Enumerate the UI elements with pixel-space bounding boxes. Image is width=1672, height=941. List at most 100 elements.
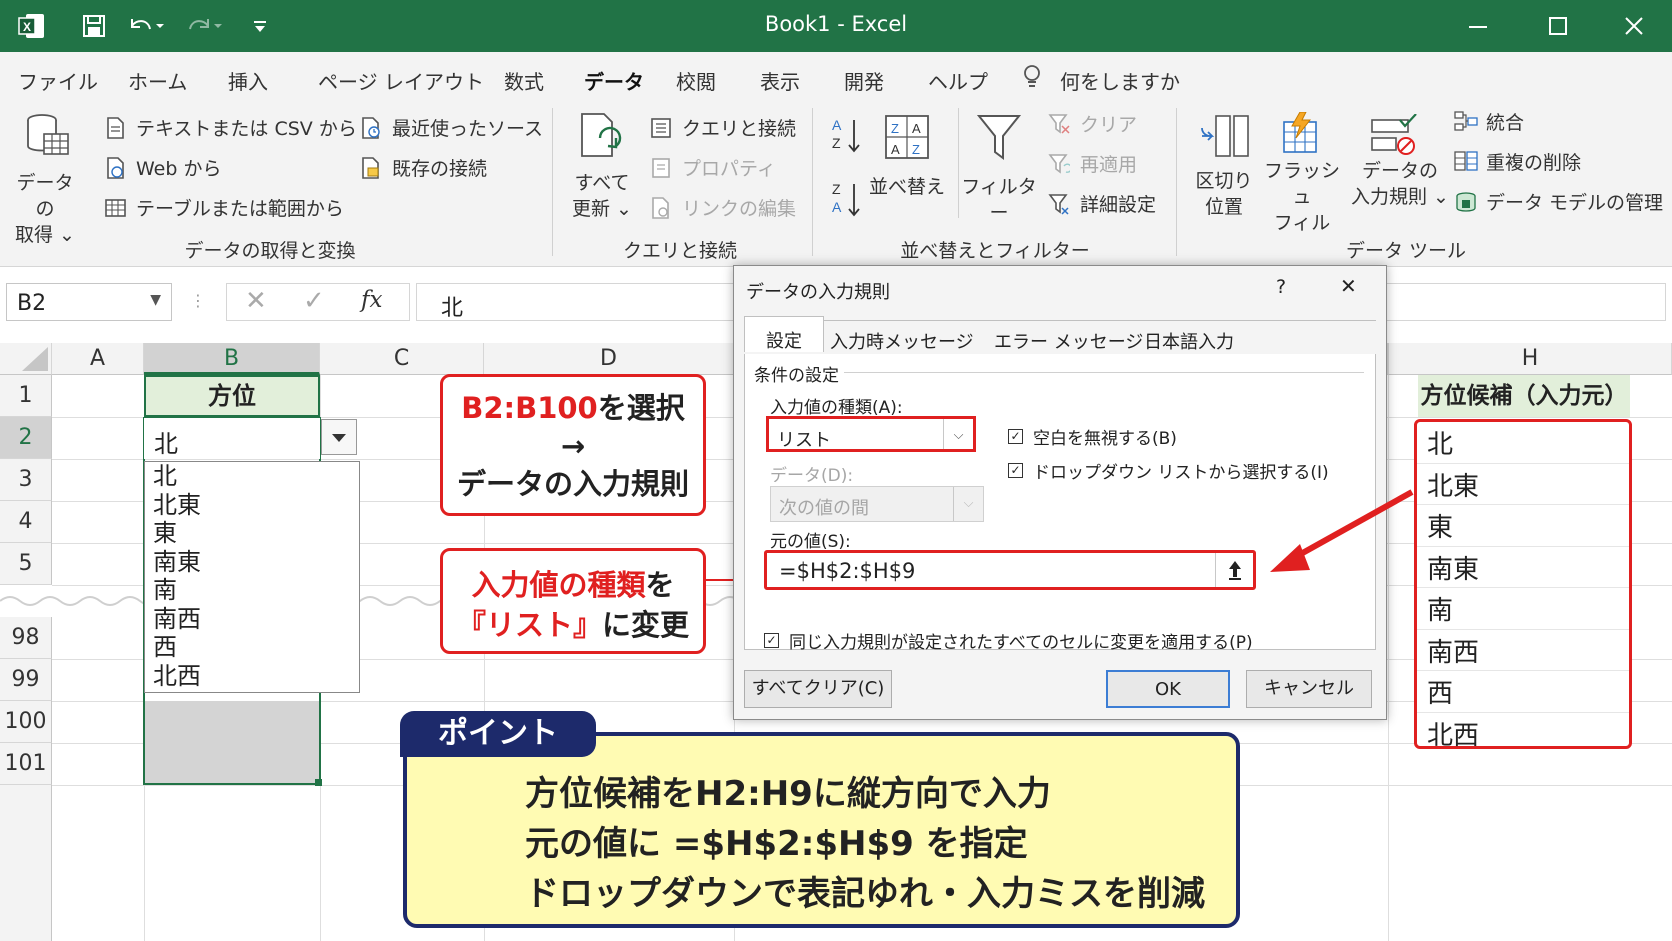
cell-h-value[interactable]: 北西 <box>1417 713 1629 755</box>
row-header-3[interactable]: 3 <box>0 459 52 501</box>
data-validation-button[interactable]: データの 入力規則 ⌄ <box>1340 158 1460 210</box>
cell-h-value[interactable]: 南東 <box>1417 547 1629 588</box>
dropdown-arrow-button[interactable] <box>321 419 357 455</box>
refresh-all-button[interactable]: すべて 更新 ⌄ <box>566 170 638 222</box>
row-header-2[interactable]: 2 <box>0 417 52 459</box>
advanced-filter-button[interactable]: 詳細設定 <box>1048 190 1156 217</box>
tab-insert[interactable]: 挿入 <box>228 66 268 95</box>
cell-h1[interactable]: 方位候補（入力元） <box>1418 375 1630 417</box>
dropdown-item[interactable]: 北西 <box>153 662 351 691</box>
edit-links-button[interactable]: リンクの編集 <box>650 194 796 221</box>
tab-help[interactable]: ヘルプ <box>928 66 988 95</box>
existing-connections-button[interactable]: 既存の接続 <box>360 154 487 181</box>
row-header-101[interactable]: 101 <box>0 743 52 785</box>
collapse-dialog-icon[interactable] <box>1215 553 1253 587</box>
column-header-c[interactable]: C <box>320 343 484 375</box>
tab-developer[interactable]: 開発 <box>844 66 884 95</box>
refresh-all-icon[interactable] <box>578 112 624 166</box>
column-header-d[interactable]: D <box>484 343 734 375</box>
consolidate-button[interactable]: 統合 <box>1454 108 1524 135</box>
select-all-corner[interactable] <box>0 343 52 375</box>
dropdown-item[interactable]: 東 <box>153 519 351 548</box>
get-data-button[interactable]: データの 取得 ⌄ <box>10 170 80 248</box>
clear-filter-button[interactable]: クリア <box>1048 110 1137 137</box>
column-header-h[interactable]: H <box>1388 343 1672 375</box>
filter-button[interactable]: フィルター <box>960 174 1038 226</box>
text-csv-button[interactable]: テキストまたは CSV から <box>104 114 357 141</box>
dropdown-item[interactable]: 西 <box>153 633 351 662</box>
tab-input-message[interactable]: 入力時メッセージ <box>830 328 974 354</box>
table-range-button[interactable]: テーブルまたは範囲から <box>104 194 344 221</box>
ok-button[interactable]: OK <box>1106 670 1230 708</box>
tab-file[interactable]: ファイル <box>18 66 98 95</box>
dropdown-item[interactable]: 南西 <box>153 605 351 634</box>
maximize-icon[interactable] <box>1538 8 1578 44</box>
source-input[interactable]: =$H$2:$H$9 <box>764 550 1256 590</box>
enter-formula-icon[interactable]: ✓ <box>303 286 325 316</box>
apply-all-checkbox[interactable]: ✓ 同じ入力規則が設定されたすべてのセルに変更を適用する(P) <box>764 628 1253 653</box>
cancel-formula-icon[interactable]: ✕ <box>245 286 267 316</box>
sort-dialog-icon[interactable]: ZAAZ <box>884 114 930 164</box>
filter-icon[interactable] <box>976 112 1022 168</box>
data-select[interactable]: 次の値の間 ⌵ <box>770 486 984 522</box>
tab-settings[interactable]: 設定 <box>744 316 824 352</box>
reapply-button[interactable]: 再適用 <box>1048 150 1137 177</box>
tab-review[interactable]: 校閲 <box>676 66 716 95</box>
tab-home[interactable]: ホーム <box>128 66 187 95</box>
allow-select[interactable]: リスト ⌵ <box>766 416 976 452</box>
clear-all-button[interactable]: すべてクリア(C) <box>744 670 892 708</box>
web-button[interactable]: Web から <box>104 154 221 181</box>
data-validation-icon[interactable] <box>1370 113 1418 162</box>
recent-sources-button[interactable]: 最近使ったソース <box>360 114 543 141</box>
insert-function-icon[interactable]: fx <box>361 287 382 313</box>
flash-fill-button[interactable]: フラッシュ フィル <box>1262 158 1342 236</box>
formula-bar-grip-icon[interactable]: ⋮ <box>190 291 206 310</box>
data-model-button[interactable]: データ モデルの管理 <box>1454 188 1663 215</box>
cell-h-value[interactable]: 南 <box>1417 588 1629 630</box>
cancel-button[interactable]: キャンセル <box>1246 670 1372 708</box>
text-to-columns-button[interactable]: 区切り 位置 <box>1188 168 1260 220</box>
tab-ime-mode[interactable]: 日本語入力 <box>1144 328 1234 354</box>
dropdown-item[interactable]: 南 <box>153 576 351 605</box>
dropdown-item[interactable]: 南東 <box>153 548 351 577</box>
ignore-blank-checkbox[interactable]: ✓ 空白を無視する(B) <box>1008 424 1177 449</box>
tab-page-layout[interactable]: ページ レイアウト <box>318 66 484 95</box>
row-header-5[interactable]: 5 <box>0 543 52 585</box>
tab-data[interactable]: データ <box>584 66 644 105</box>
flash-fill-icon[interactable] <box>1280 111 1320 160</box>
row-header-100[interactable]: 100 <box>0 701 52 743</box>
help-button[interactable]: ? <box>1276 276 1286 298</box>
cell-b1[interactable]: 方位 <box>144 375 320 417</box>
sort-button[interactable]: 並べ替え <box>864 174 950 200</box>
name-box-dropdown-icon[interactable]: ▼ <box>150 292 161 308</box>
dropdown-item[interactable]: 北 <box>153 462 351 491</box>
in-cell-dropdown-checkbox[interactable]: ✓ ドロップダウン リストから選択する(I) <box>1008 458 1329 483</box>
tell-me-search[interactable]: 何をしますか <box>1060 66 1180 95</box>
dialog-close-button[interactable]: ✕ <box>1340 274 1357 298</box>
column-header-a[interactable]: A <box>52 343 144 375</box>
cell-h-value[interactable]: 南西 <box>1417 630 1629 671</box>
dropdown-item[interactable]: 北東 <box>153 491 351 520</box>
column-header-b[interactable]: B <box>144 343 320 375</box>
sort-asc-icon[interactable]: AZ <box>832 116 862 160</box>
name-box[interactable]: B2 ▼ <box>6 283 172 321</box>
cell-h-value[interactable]: 北 <box>1417 422 1629 464</box>
text-to-columns-icon[interactable] <box>1198 112 1250 164</box>
row-header-98[interactable]: 98 <box>0 617 52 659</box>
cell-h-value[interactable]: 西 <box>1417 671 1629 713</box>
cell-h-value[interactable]: 東 <box>1417 505 1629 547</box>
cell-b2[interactable]: 北 <box>144 418 320 459</box>
row-header-4[interactable]: 4 <box>0 501 52 543</box>
minimize-icon[interactable] <box>1458 8 1498 44</box>
sort-desc-icon[interactable]: ZA <box>832 180 862 224</box>
cell-h-value[interactable]: 北東 <box>1417 464 1629 505</box>
tab-view[interactable]: 表示 <box>760 66 800 95</box>
tab-formulas[interactable]: 数式 <box>504 66 544 95</box>
row-header-1[interactable]: 1 <box>0 375 52 417</box>
close-icon[interactable] <box>1614 8 1654 44</box>
properties-button[interactable]: プロパティ <box>650 154 776 181</box>
row-header-99[interactable]: 99 <box>0 659 52 701</box>
queries-connections-button[interactable]: クエリと接続 <box>650 114 796 141</box>
tab-error-alert[interactable]: エラー メッセージ <box>994 328 1143 354</box>
get-data-icon[interactable] <box>24 112 72 164</box>
